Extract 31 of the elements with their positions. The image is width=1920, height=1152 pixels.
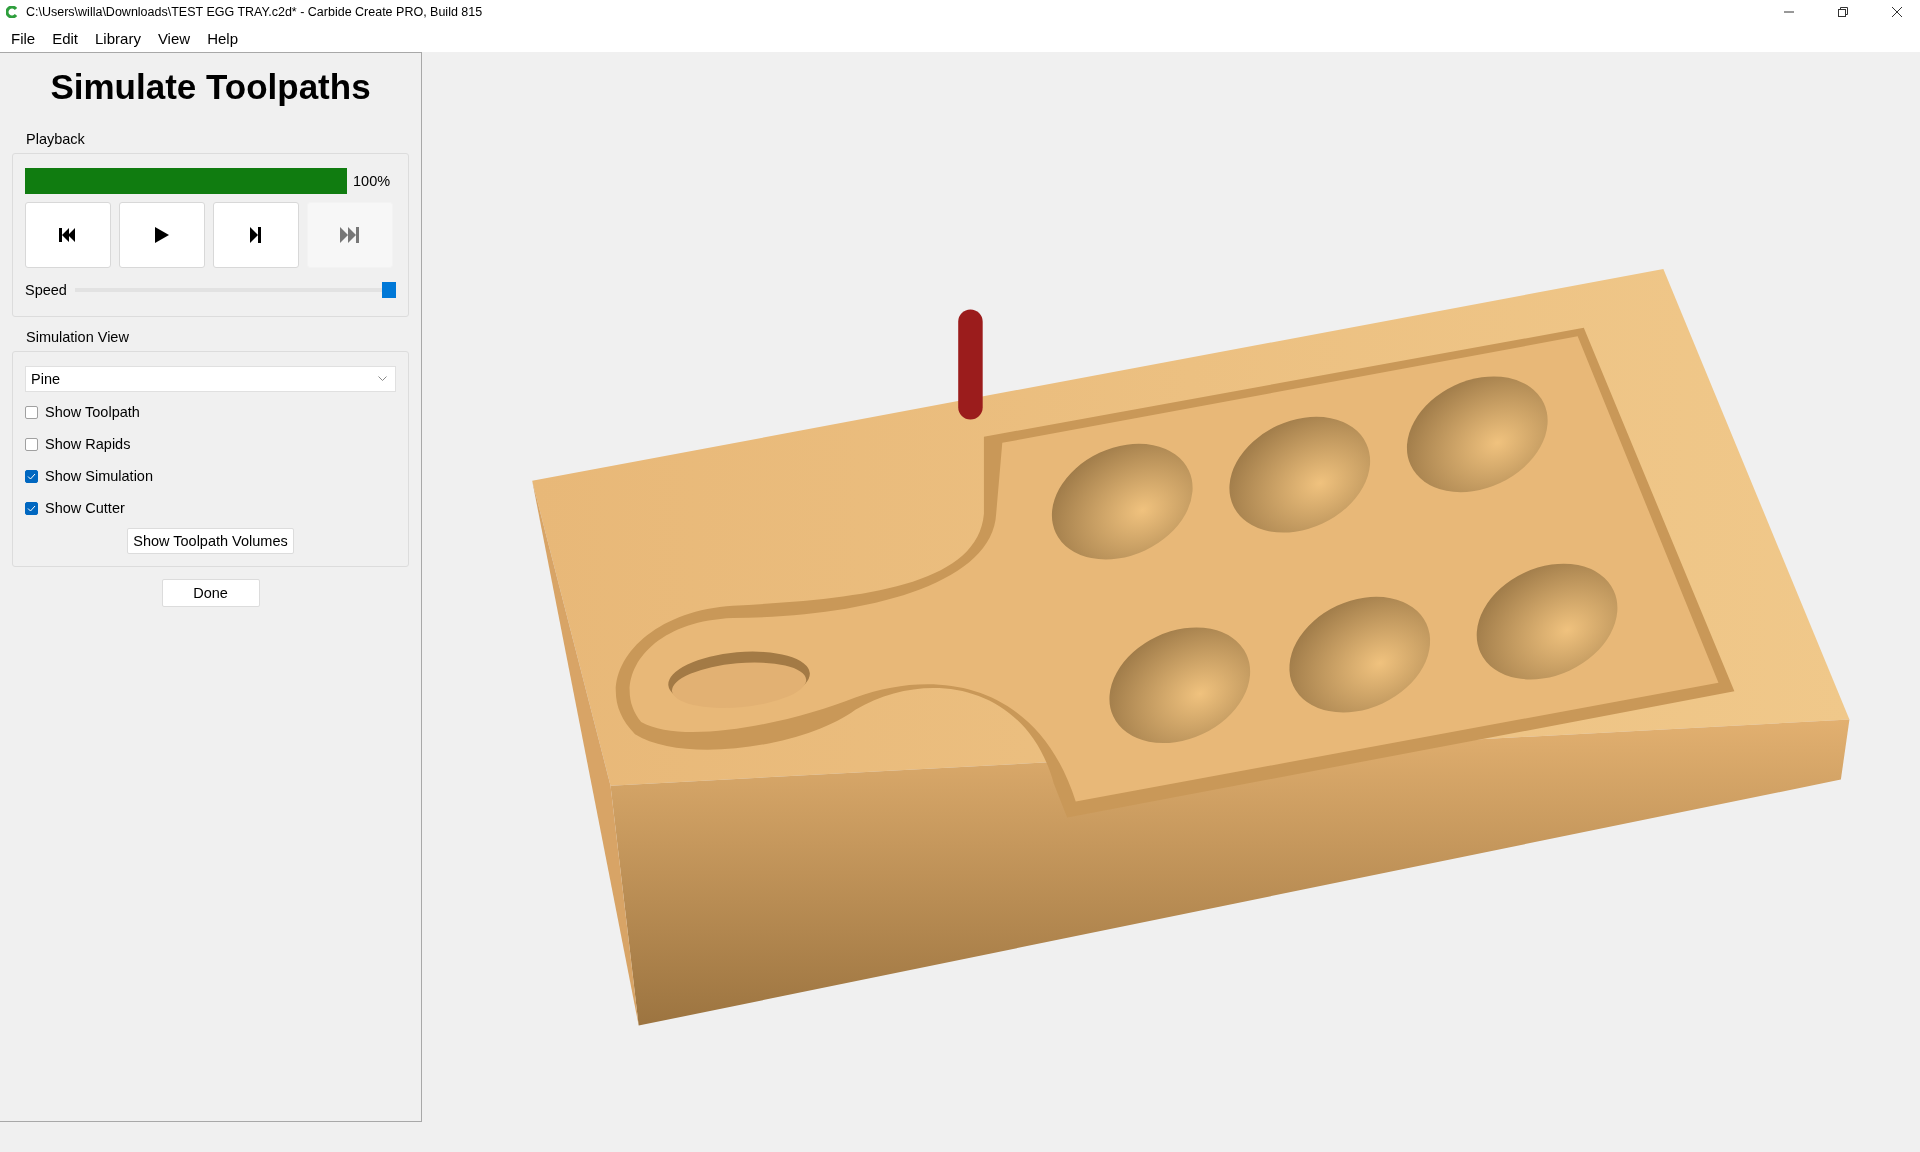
show-volumes-button[interactable]: Show Toolpath Volumes [127,528,294,554]
menu-item[interactable]: File [4,27,43,49]
app-logo-icon [6,6,18,18]
material-dropdown[interactable]: Pine [25,366,396,392]
menu-item[interactable]: Library [88,27,148,49]
checkbox[interactable]: Show Simulation [25,464,396,488]
checkbox[interactable]: Show Toolpath [25,400,396,424]
menu-item[interactable]: View [150,27,198,49]
fast-forward-icon [340,227,360,243]
checkbox[interactable]: Show Rapids [25,432,396,456]
step-forward-icon [250,227,262,243]
close-icon [1892,7,1902,17]
progress-reading: 100% [353,173,391,189]
rewind-icon [59,228,77,242]
rewind-button[interactable] [25,202,111,268]
menu-item[interactable]: Help [200,27,245,49]
checkbox[interactable]: Show Cutter [25,496,396,520]
checkmark-icon [27,472,36,480]
group-label: Simulation View [26,329,130,345]
done-button[interactable]: Done [161,579,260,607]
window-title: C:\Users\willa\Downloads\TEST EGG TRAY.c2d* - Carbide Create PRO, Build 815 [26,5,484,19]
panel-title: Simulate Toolpaths [49,67,372,107]
play-button[interactable] [119,202,205,268]
checkmark-icon [27,504,36,512]
group-label: Playback [26,131,86,147]
restore-icon [1838,7,1848,17]
chevron-down-icon [378,376,387,382]
speed-label: Speed [25,282,67,298]
menu-item[interactable]: Edit [45,27,86,49]
play-icon [155,227,169,243]
step-button[interactable] [213,202,299,268]
